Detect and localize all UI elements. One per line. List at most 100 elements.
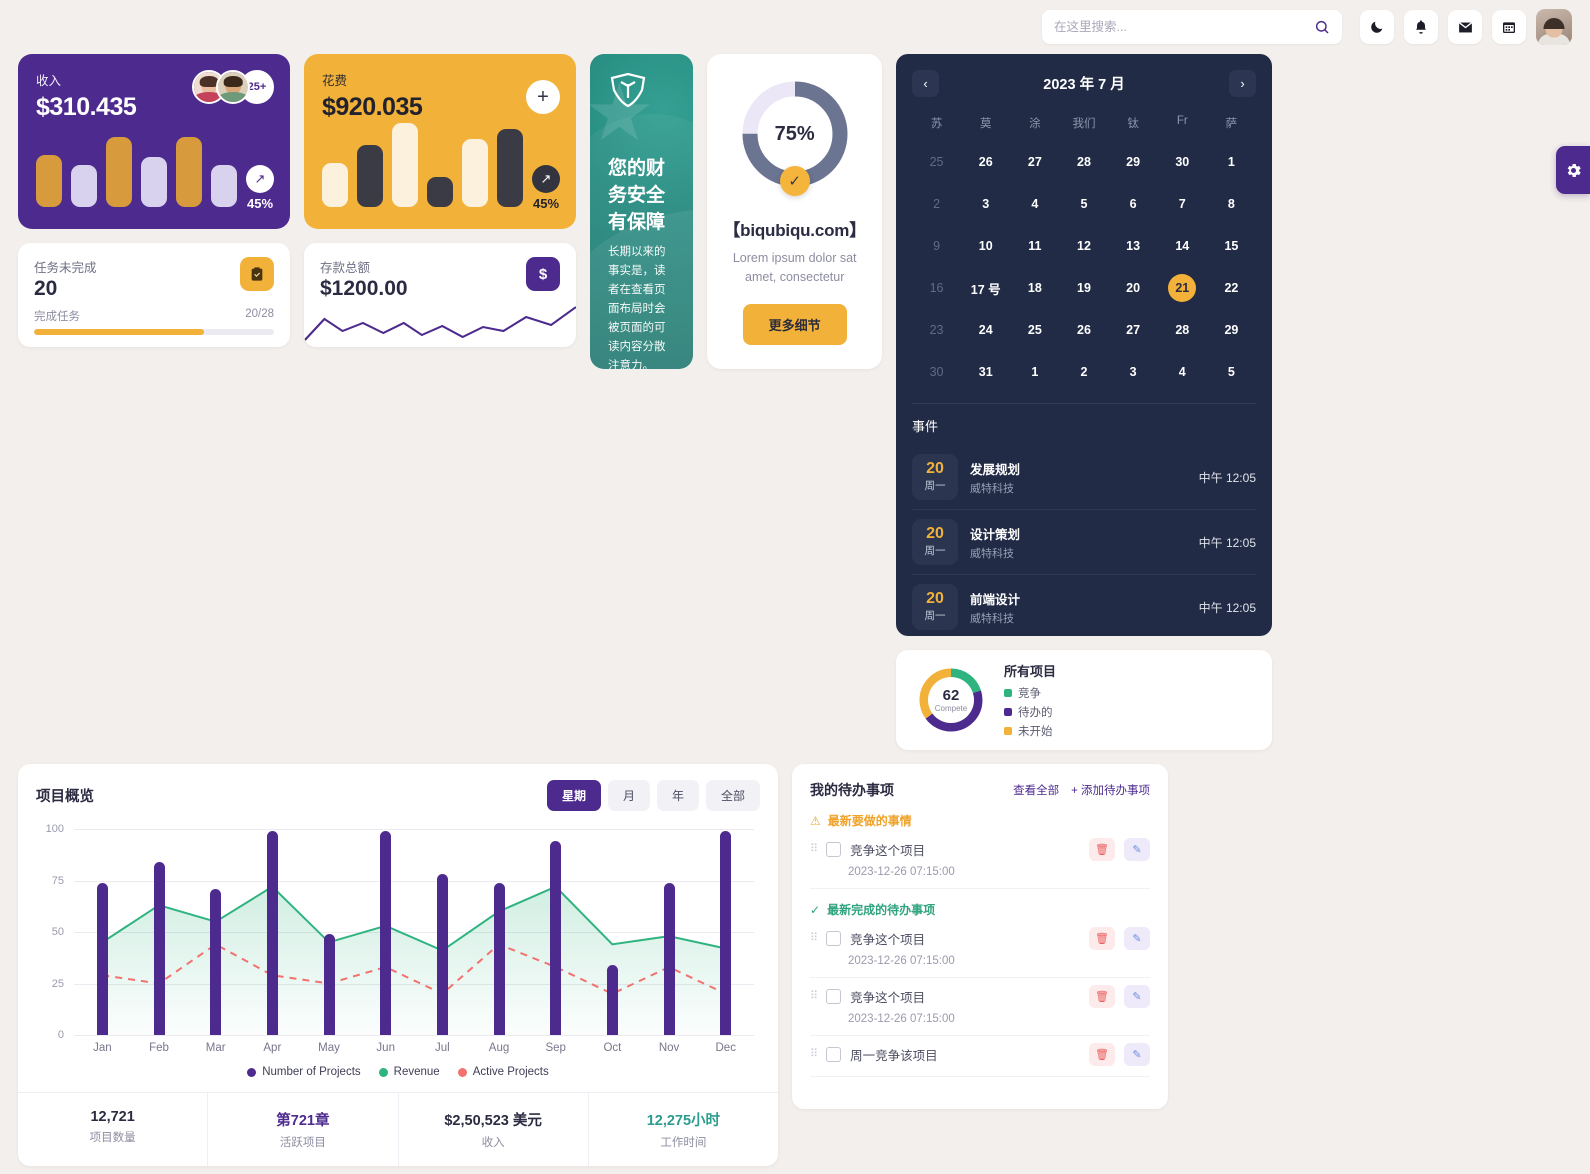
chart-bar[interactable] bbox=[153, 861, 165, 1035]
chart-bar[interactable] bbox=[210, 888, 222, 1035]
calendar-day[interactable]: 21 bbox=[1158, 267, 1207, 309]
calendar-day[interactable]: 18 bbox=[1010, 267, 1059, 309]
todo-view-all-link[interactable]: 查看全部 bbox=[1013, 782, 1059, 798]
calendar-day[interactable]: 30 bbox=[1158, 141, 1207, 183]
calendar-day[interactable]: 17 号 bbox=[961, 267, 1010, 309]
calendar-day[interactable]: 12 bbox=[1059, 225, 1108, 267]
drag-handle-icon[interactable]: ⠿ bbox=[810, 932, 818, 943]
calendar-day[interactable]: 23 bbox=[912, 309, 961, 351]
drag-handle-icon[interactable]: ⠿ bbox=[810, 1048, 818, 1059]
calendar-day[interactable]: 2 bbox=[912, 183, 961, 225]
calendar-day[interactable]: 27 bbox=[1109, 309, 1158, 351]
range-tab[interactable]: 月 bbox=[607, 780, 650, 811]
range-tab[interactable]: 年 bbox=[656, 780, 699, 811]
add-expense-button[interactable]: + bbox=[526, 80, 560, 114]
chart-legend-item[interactable]: Number of Projects bbox=[247, 1066, 361, 1078]
calendar-day[interactable]: 5 bbox=[1059, 183, 1108, 225]
settings-tab-button[interactable] bbox=[1556, 146, 1590, 194]
calendar-day[interactable]: 7 bbox=[1158, 183, 1207, 225]
calendar-day[interactable]: 6 bbox=[1109, 183, 1158, 225]
chart-bar[interactable] bbox=[266, 831, 278, 1035]
range-tab[interactable]: 星期 bbox=[546, 780, 601, 811]
event-item[interactable]: 20 周一 发展规划 威特科技 中午 12:05 bbox=[912, 445, 1256, 510]
chart-bar[interactable] bbox=[436, 874, 448, 1035]
search-box[interactable] bbox=[1042, 10, 1342, 44]
chart-legend-item[interactable]: Revenue bbox=[378, 1066, 440, 1078]
todo-checkbox[interactable] bbox=[826, 842, 842, 857]
user-avatar[interactable] bbox=[1536, 9, 1572, 45]
calendar-day[interactable]: 10 bbox=[961, 225, 1010, 267]
calendar-day[interactable]: 14 bbox=[1158, 225, 1207, 267]
calendar-day[interactable]: 4 bbox=[1010, 183, 1059, 225]
calendar-day[interactable]: 22 bbox=[1207, 267, 1256, 309]
todo-checkbox[interactable] bbox=[826, 1047, 842, 1062]
calendar-day[interactable]: 27 bbox=[1010, 141, 1059, 183]
pencil-icon[interactable]: ✎ bbox=[1124, 838, 1150, 861]
calendar-day[interactable]: 20 bbox=[1109, 267, 1158, 309]
calendar-day[interactable]: 3 bbox=[1109, 351, 1158, 393]
bell-icon[interactable] bbox=[1404, 10, 1438, 44]
overview-stat-label: 活跃项目 bbox=[279, 1137, 326, 1149]
calendar-day[interactable]: 28 bbox=[1059, 141, 1108, 183]
pencil-icon[interactable]: ✎ bbox=[1124, 985, 1150, 1008]
event-item[interactable]: 20 周一 设计策划 威特科技 中午 12:05 bbox=[912, 510, 1256, 575]
calendar-day[interactable]: 24 bbox=[961, 309, 1010, 351]
calendar-day[interactable]: 26 bbox=[1059, 309, 1108, 351]
calendar-day[interactable]: 4 bbox=[1158, 351, 1207, 393]
calendar-next-button[interactable]: › bbox=[1228, 70, 1256, 97]
mail-icon[interactable] bbox=[1448, 10, 1482, 44]
trash-icon[interactable]: 🗑 bbox=[1089, 927, 1115, 950]
calendar-day[interactable]: 30 bbox=[912, 351, 961, 393]
calendar-day[interactable]: 28 bbox=[1158, 309, 1207, 351]
trash-icon[interactable]: 🗑 bbox=[1089, 985, 1115, 1008]
chart-legend-item[interactable]: Active Projects bbox=[457, 1066, 549, 1078]
drag-handle-icon[interactable]: ⠿ bbox=[810, 990, 818, 1001]
pencil-icon[interactable]: ✎ bbox=[1124, 927, 1150, 950]
chart-bar[interactable] bbox=[380, 831, 392, 1035]
calendar-day[interactable]: 25 bbox=[912, 141, 961, 183]
moon-icon[interactable] bbox=[1360, 10, 1394, 44]
chart-bar[interactable] bbox=[606, 964, 618, 1035]
range-tab[interactable]: 全部 bbox=[705, 780, 760, 811]
events-title: 事件 bbox=[912, 419, 939, 434]
calendar-day[interactable]: 29 bbox=[1109, 141, 1158, 183]
more-details-button[interactable]: 更多细节 bbox=[742, 303, 847, 345]
calendar-day[interactable]: 16 bbox=[912, 267, 961, 309]
calendar-day[interactable]: 13 bbox=[1109, 225, 1158, 267]
calendar-day[interactable]: 19 bbox=[1059, 267, 1108, 309]
calendar-day[interactable]: 11 bbox=[1010, 225, 1059, 267]
todo-checkbox[interactable] bbox=[826, 989, 842, 1004]
calendar-day[interactable]: 15 bbox=[1207, 225, 1256, 267]
calendar-day[interactable]: 3 bbox=[961, 183, 1010, 225]
calendar-day[interactable]: 1 bbox=[1010, 351, 1059, 393]
calendar-icon[interactable] bbox=[1492, 10, 1526, 44]
calendar-day[interactable]: 29 bbox=[1207, 309, 1256, 351]
calendar-day[interactable]: 9 bbox=[912, 225, 961, 267]
chart-bar[interactable] bbox=[96, 882, 108, 1035]
calendar-day[interactable]: 5 bbox=[1207, 351, 1256, 393]
chart-bar[interactable] bbox=[720, 831, 732, 1035]
stat-stack: 收入 $310.435 25+ ↗ 45% 花费 $920.035 + ↗ 45… bbox=[18, 54, 576, 347]
calendar-day[interactable]: 31 bbox=[961, 351, 1010, 393]
calendar-prev-button[interactable]: ‹ bbox=[912, 70, 939, 97]
todo-add-link[interactable]: + 添加待办事项 bbox=[1071, 782, 1150, 798]
calendar-day[interactable]: 8 bbox=[1207, 183, 1256, 225]
pencil-icon[interactable]: ✎ bbox=[1124, 1043, 1150, 1066]
todo-checkbox[interactable] bbox=[826, 931, 842, 946]
tasks-footer: 完成任务 20/28 bbox=[34, 308, 274, 324]
chart-bar[interactable] bbox=[493, 882, 505, 1035]
chart-bar[interactable] bbox=[323, 934, 335, 1035]
trash-icon[interactable]: 🗑 bbox=[1089, 838, 1115, 861]
calendar-day[interactable]: 1 bbox=[1207, 141, 1256, 183]
todo-item: ⠿ 周一竞争该项目 🗑 ✎ bbox=[810, 1036, 1150, 1077]
chart-bar[interactable] bbox=[663, 882, 675, 1035]
search-input[interactable] bbox=[1054, 20, 1308, 34]
calendar-day[interactable]: 26 bbox=[961, 141, 1010, 183]
drag-handle-icon[interactable]: ⠿ bbox=[810, 843, 818, 854]
search-icon[interactable] bbox=[1314, 19, 1330, 35]
calendar-day[interactable]: 25 bbox=[1010, 309, 1059, 351]
trash-icon[interactable]: 🗑 bbox=[1089, 1043, 1115, 1066]
chart-bar[interactable] bbox=[550, 841, 562, 1035]
event-item[interactable]: 20 周一 前端设计 威特科技 中午 12:05 bbox=[912, 575, 1256, 636]
calendar-day[interactable]: 2 bbox=[1059, 351, 1108, 393]
